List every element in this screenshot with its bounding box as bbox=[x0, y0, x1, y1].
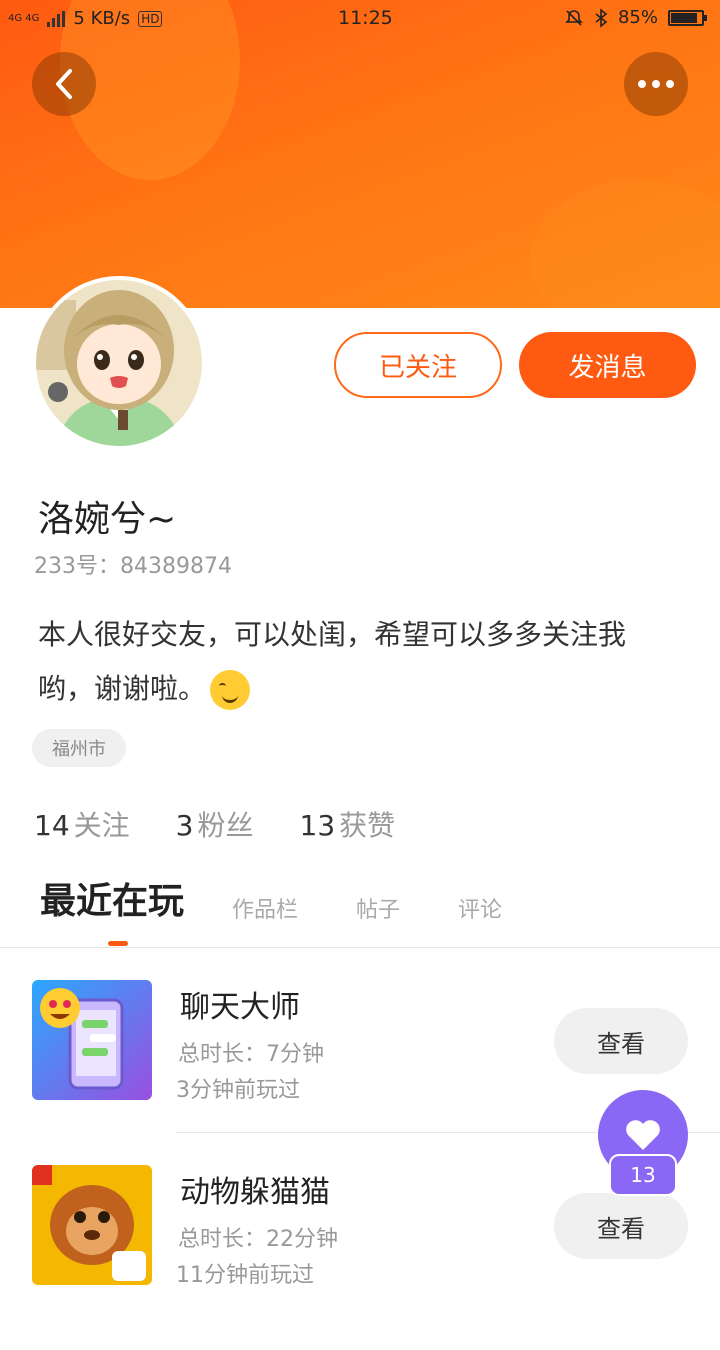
hd-call-icon: HD bbox=[138, 10, 163, 27]
game-last-played: 11分钟前玩过 bbox=[176, 1263, 314, 1288]
profile-stats: 14 关注 3 粉丝 13 获赞 bbox=[34, 804, 441, 844]
more-dots-icon bbox=[638, 80, 674, 88]
more-button[interactable] bbox=[624, 52, 688, 116]
battery-percent: 85% bbox=[617, 7, 658, 28]
heart-icon bbox=[626, 1120, 660, 1150]
game-title: 动物躲猫猫 bbox=[180, 1175, 330, 1210]
chevron-left-icon bbox=[56, 69, 72, 99]
profile-banner bbox=[0, 0, 720, 308]
view-button[interactable]: 查看 bbox=[554, 1008, 688, 1074]
network-label: 4G 4G bbox=[8, 13, 40, 24]
smiling-face-emoji-icon bbox=[210, 670, 251, 710]
battery-icon bbox=[668, 9, 707, 26]
tab-works[interactable]: 作品栏 bbox=[232, 892, 298, 924]
signal-icon bbox=[47, 10, 66, 27]
profile-bio: 本人很好交友，可以处闺，希望可以多多关注我哟，谢谢啦。 bbox=[38, 608, 678, 716]
animal-game-icon[interactable] bbox=[32, 1165, 152, 1285]
like-count-badge: 13 bbox=[609, 1154, 677, 1196]
game-title: 聊天大师 bbox=[180, 990, 300, 1025]
bio-text: 本人很好交友，可以处闺，希望可以多多关注我哟，谢谢啦。 bbox=[38, 618, 627, 705]
city-tag[interactable]: 福州市 bbox=[32, 729, 126, 767]
tab-recently-played[interactable]: 最近在玩 bbox=[40, 872, 184, 924]
profile-name: 洛婉兮~ bbox=[38, 499, 177, 540]
following-stat[interactable]: 14 关注 bbox=[34, 804, 130, 844]
status-bar: 4G 4G 5 KB/s HD 11:25 85% bbox=[0, 0, 720, 36]
profile-tabs: 最近在玩 作品栏 帖子 评论 bbox=[40, 872, 560, 924]
bluetooth-icon bbox=[595, 7, 608, 28]
back-button[interactable] bbox=[32, 52, 96, 116]
tab-posts[interactable]: 帖子 bbox=[356, 892, 400, 924]
chat-game-icon[interactable] bbox=[32, 980, 152, 1100]
likes-stat[interactable]: 13 获赞 bbox=[300, 804, 396, 844]
view-button[interactable]: 查看 bbox=[554, 1193, 688, 1259]
send-message-button[interactable]: 发消息 bbox=[519, 332, 696, 398]
tab-comments[interactable]: 评论 bbox=[458, 892, 502, 924]
bell-off-icon bbox=[565, 9, 583, 26]
game-duration: 总时长：22分钟 bbox=[178, 1227, 338, 1252]
user-id: 233号：84389874 bbox=[34, 554, 232, 579]
followed-button[interactable]: 已关注 bbox=[334, 332, 502, 398]
avatar[interactable] bbox=[36, 280, 202, 446]
tab-divider bbox=[0, 947, 720, 948]
tab-indicator bbox=[108, 941, 128, 946]
game-duration: 总时长：7分钟 bbox=[178, 1042, 324, 1067]
game-last-played: 3分钟前玩过 bbox=[176, 1078, 300, 1103]
followers-stat[interactable]: 3 粉丝 bbox=[176, 804, 254, 844]
clock: 11:25 bbox=[338, 7, 393, 29]
network-speed: 5 KB/s bbox=[73, 8, 131, 29]
